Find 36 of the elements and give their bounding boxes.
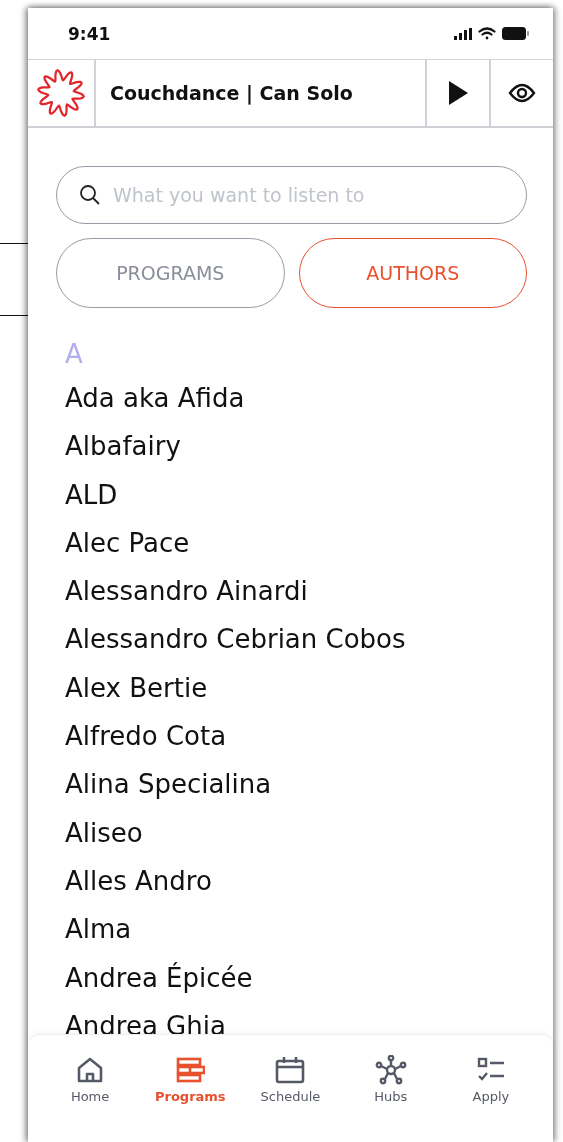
nav-tab[interactable]: Programs (150, 1055, 231, 1104)
play-icon (447, 80, 469, 106)
header-title: Couchdance | Can Solo (110, 82, 353, 104)
network-icon (374, 1055, 407, 1085)
nav-tab[interactable]: Home (50, 1055, 131, 1104)
author-item[interactable]: Alex Bertie (65, 663, 208, 713)
search-icon (79, 184, 101, 206)
author-item[interactable]: Alles Andro (65, 856, 212, 906)
author-item[interactable]: Alina Specialina (65, 760, 272, 809)
author-item[interactable]: Andrea Épicée (65, 953, 253, 1002)
wifi-icon (478, 27, 496, 40)
author-item[interactable]: Aliseo (65, 808, 143, 857)
eye-icon (508, 83, 536, 103)
author-item[interactable]: Alessandro Ainardi (65, 567, 308, 616)
author-item[interactable]: Alma (65, 905, 132, 954)
search-field[interactable]: What you want to listen to (56, 166, 527, 224)
author-item[interactable]: ALD (65, 470, 118, 519)
author-item[interactable]: Alessandro Cebrian Cobos (65, 615, 406, 664)
filter-tab[interactable]: AUTHORS (298, 238, 527, 308)
signal-icon (454, 27, 472, 40)
checklist-icon (476, 1057, 505, 1083)
author-item[interactable]: Albafairy (65, 422, 181, 471)
nav-tab[interactable]: Hubs (350, 1055, 431, 1104)
author-item[interactable]: Alfredo Cota (65, 712, 227, 761)
author-item[interactable]: Alec Pace (65, 518, 190, 568)
index-letter: A (65, 338, 84, 371)
calendar-icon (275, 1056, 306, 1084)
nav-tab[interactable]: Apply (450, 1055, 531, 1104)
stacked-blocks-icon (175, 1057, 206, 1083)
eye-button[interactable] (489, 60, 553, 126)
status-time: 9:41 (68, 23, 111, 44)
author-item[interactable]: Ada aka Afida (65, 374, 245, 423)
logo-icon (35, 67, 87, 119)
home-icon (77, 1056, 104, 1084)
nav-tab[interactable]: Schedule (250, 1055, 331, 1104)
battery-icon (502, 27, 529, 40)
